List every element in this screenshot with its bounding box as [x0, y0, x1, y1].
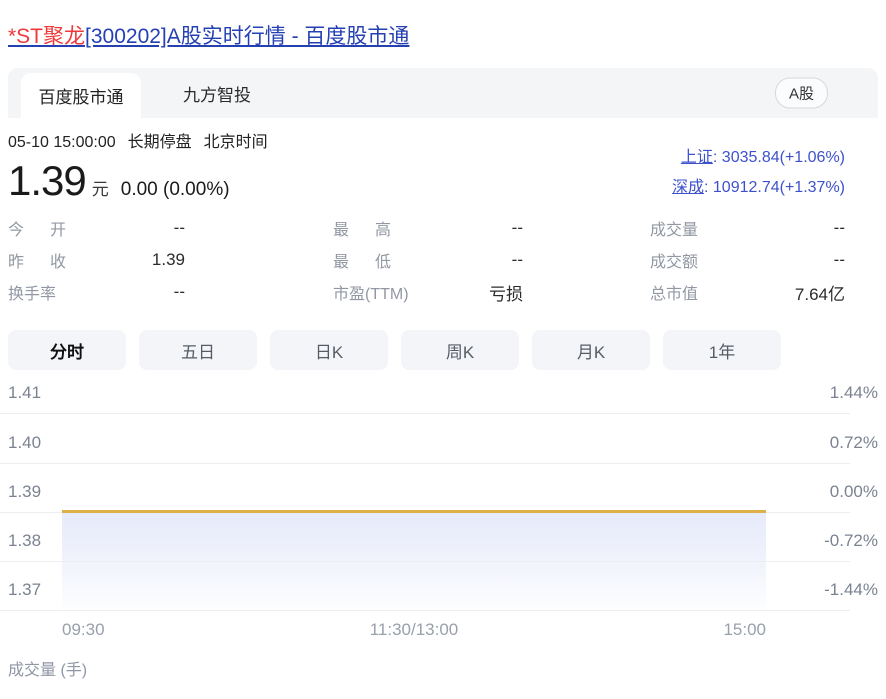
current-price: 1.39	[8, 157, 87, 204]
y-tick-left: 1.41	[8, 383, 42, 402]
stat-amount-value: --	[833, 250, 845, 269]
volume-section-label: 成交量 (手)	[8, 662, 88, 679]
y-tick-right: 1.44%	[829, 383, 878, 402]
y-tick-right: 0.00%	[829, 482, 878, 501]
period-tab-intraday[interactable]: 分时	[8, 330, 126, 370]
stats-column-3: 成交量 -- 成交额 -- 总市值 7.64亿	[650, 212, 845, 308]
stock-name: *ST聚龙	[8, 25, 86, 48]
price-area-fill	[62, 513, 766, 611]
index-row-shenzhen: 深成: 10912.74(+1.37%)	[672, 173, 845, 203]
stat-market-cap: 总市值 7.64亿	[650, 276, 845, 308]
stat-volume: 成交量 --	[650, 212, 845, 244]
stat-pe-ttm: 市盈(TTM) 亏损	[333, 276, 523, 308]
stats-column-1: 今开 -- 昨收 1.39 换手率 --	[8, 212, 185, 308]
page-title-link[interactable]: *ST聚龙[300202]A股实时行情 - 百度股市通	[8, 25, 409, 48]
x-axis: 09:30 11:30/13:00 15:00	[0, 620, 886, 640]
price-line	[62, 510, 766, 513]
price-chart[interactable]: 1.41 1.40 1.39 1.38 1.37 1.44% 0.72% 0.0…	[0, 377, 886, 612]
y-tick-right: -0.72%	[824, 531, 878, 550]
stat-turnover-rate: 换手率 --	[8, 276, 185, 308]
stat-high-label: 最高	[333, 222, 391, 239]
y-tick-left: 1.39	[8, 482, 42, 501]
market-indices: 上证: 3035.84(+1.06%) 深成: 10912.74(+1.37%)	[672, 143, 845, 203]
stat-open: 今开 --	[8, 212, 185, 244]
index-value-shanghai: : 3035.84(+1.06%)	[712, 149, 845, 166]
stat-open-label: 今开	[8, 222, 66, 239]
quote-section: 05-10 15:00:00 长期停盘 北京时间 1.39 元 0.00 (0.00…	[0, 118, 886, 202]
stat-low: 最低 --	[333, 244, 523, 276]
page-header: *ST聚龙[300202]A股实时行情 - 百度股市通	[0, 0, 886, 68]
period-tab-1year[interactable]: 1年	[663, 330, 781, 370]
index-row-shanghai: 上证: 3035.84(+1.06%)	[672, 143, 845, 173]
market-badge[interactable]: A股	[774, 77, 828, 109]
tab-baidu-gushitong[interactable]: 百度股市通	[21, 73, 141, 118]
price-change: 0.00 (0.00%)	[120, 179, 230, 200]
gridline	[0, 463, 850, 464]
stat-high-value: --	[511, 218, 523, 237]
index-value-shenzhen: : 10912.74(+1.37%)	[704, 179, 845, 196]
stat-volume-value: --	[833, 218, 845, 237]
x-tick-close: 15:00	[723, 620, 766, 639]
stats-grid: 今开 -- 昨收 1.39 换手率 -- 最高 -- 最低 -- 市盈(TTM)…	[0, 202, 886, 308]
stat-prev-close-label: 昨收	[8, 254, 66, 271]
trading-status: 长期停盘	[127, 134, 192, 151]
stat-volume-label: 成交量	[650, 222, 699, 239]
quote-time: 05-10 15:00:00	[8, 134, 116, 151]
gridline	[0, 610, 850, 611]
stat-market-cap-label: 总市值	[650, 286, 699, 303]
period-tab-daily-k[interactable]: 日K	[270, 330, 388, 370]
period-tabbar: 分时 五日 日K 周K 月K 1年	[0, 308, 886, 370]
x-tick-midday: 11:30/13:00	[369, 620, 459, 639]
stat-prev-close: 昨收 1.39	[8, 244, 185, 276]
index-link-shenzhen[interactable]: 深成	[672, 179, 704, 196]
x-tick-open: 09:30	[62, 620, 105, 639]
stat-turnover-rate-label: 换手率	[8, 286, 57, 303]
tab-jiufang-zhitou[interactable]: 九方智投	[157, 68, 277, 118]
stat-prev-close-value: 1.39	[151, 250, 185, 269]
y-tick-left: 1.38	[8, 531, 42, 550]
y-tick-right: 0.72%	[829, 433, 878, 452]
y-tick-right: -1.44%	[824, 580, 878, 599]
stat-amount-label: 成交额	[650, 254, 699, 271]
price-unit: 元	[91, 180, 109, 199]
source-tabbar: 百度股市通 九方智投 A股	[8, 68, 878, 118]
stat-low-value: --	[511, 250, 523, 269]
stat-pe-ttm-value: 亏损	[489, 284, 523, 304]
stats-column-2: 最高 -- 最低 -- 市盈(TTM) 亏损	[333, 212, 523, 308]
stat-open-value: --	[173, 218, 185, 237]
stat-pe-ttm-label: 市盈(TTM)	[333, 286, 409, 303]
timezone-label: 北京时间	[203, 134, 268, 151]
stat-turnover-rate-value: --	[173, 282, 185, 301]
period-tab-5day[interactable]: 五日	[139, 330, 257, 370]
index-link-shanghai[interactable]: 上证	[681, 149, 713, 166]
period-tab-monthly-k[interactable]: 月K	[532, 330, 650, 370]
period-tab-weekly-k[interactable]: 周K	[401, 330, 519, 370]
gridline	[0, 561, 850, 562]
page-title-suffix: [300202]A股实时行情 - 百度股市通	[85, 25, 410, 48]
stat-amount: 成交额 --	[650, 244, 845, 276]
stat-market-cap-value: 7.64亿	[794, 284, 845, 304]
stat-high: 最高 --	[333, 212, 523, 244]
stat-low-label: 最低	[333, 254, 391, 271]
y-tick-left: 1.37	[8, 580, 42, 599]
gridline	[0, 413, 850, 414]
y-tick-left: 1.40	[8, 433, 42, 452]
